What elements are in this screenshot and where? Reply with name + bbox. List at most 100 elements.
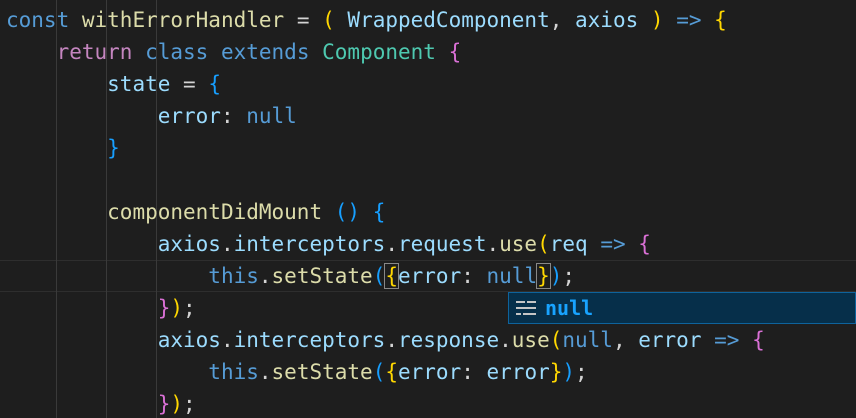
code-token: } xyxy=(536,263,551,289)
code-token: request xyxy=(397,232,487,256)
code-token: ( xyxy=(322,8,335,32)
code-line[interactable]: state = { xyxy=(6,68,221,100)
code-token: : xyxy=(220,104,247,128)
code-token: axios xyxy=(575,8,639,32)
code-token: state xyxy=(107,72,171,96)
code-token: error xyxy=(398,360,462,384)
code-token: ) xyxy=(650,8,664,32)
code-token: ; xyxy=(575,360,588,384)
code-token: = xyxy=(170,72,209,96)
code-token: . xyxy=(385,232,398,256)
code-token: () xyxy=(334,200,361,224)
code-editor[interactable]: const withErrorHandler = ( WrappedCompon… xyxy=(0,0,856,418)
code-token: this xyxy=(208,264,259,288)
code-line[interactable]: }); xyxy=(6,388,196,418)
code-token: setState xyxy=(271,360,373,384)
code-token: . xyxy=(258,264,272,288)
code-line[interactable]: this.setState({error: null}); xyxy=(6,260,575,292)
code-line[interactable]: return class extends Component { xyxy=(6,36,462,68)
code-token: use xyxy=(499,232,538,256)
code-token: componentDidMount xyxy=(107,200,323,224)
code-token: this xyxy=(208,360,259,384)
code-token: { xyxy=(208,72,221,96)
code-token: axios xyxy=(157,232,221,256)
code-token: . xyxy=(385,328,398,352)
suggest-widget[interactable]: null xyxy=(508,292,856,324)
code-token: return xyxy=(56,40,133,64)
code-token: . xyxy=(220,232,234,256)
code-token: const xyxy=(6,8,70,32)
code-token: WrappedComponent xyxy=(347,8,550,32)
code-token: extends xyxy=(220,40,310,64)
code-token: error xyxy=(638,328,702,352)
code-token: , xyxy=(612,328,639,352)
code-token: ( xyxy=(372,264,386,288)
code-line[interactable]: this.setState({error: error}); xyxy=(6,356,588,388)
code-token: ( xyxy=(372,360,386,384)
code-token: . xyxy=(220,328,234,352)
code-token: , xyxy=(549,8,576,32)
code-token: { xyxy=(714,8,727,32)
code-token: = xyxy=(284,8,323,32)
code-token: error xyxy=(486,360,550,384)
code-token: null xyxy=(562,328,613,352)
code-token: . xyxy=(499,328,512,352)
code-line[interactable]: axios.interceptors.response.use(null, er… xyxy=(6,324,765,356)
code-token: { xyxy=(385,360,398,384)
code-token: { xyxy=(752,328,765,352)
code-line[interactable]: error: null xyxy=(6,100,297,132)
code-token: error xyxy=(398,264,462,288)
code-token: { xyxy=(384,263,399,289)
code-token: Component xyxy=(322,40,436,64)
code-token: { xyxy=(372,200,386,224)
code-token: } xyxy=(157,296,171,320)
code-token: : xyxy=(461,264,487,288)
code-token: } xyxy=(549,360,563,384)
code-token: ; xyxy=(183,392,196,416)
code-token: . xyxy=(258,360,272,384)
code-line[interactable]: const withErrorHandler = ( WrappedCompon… xyxy=(6,4,727,36)
code-token: class xyxy=(145,40,209,64)
code-line[interactable]: }); xyxy=(6,292,196,324)
code-token: ) xyxy=(549,264,563,288)
code-token: { xyxy=(638,232,651,256)
code-token: => xyxy=(600,232,626,256)
code-line[interactable]: axios.interceptors.request.use(req => { xyxy=(6,228,651,260)
code-token: error xyxy=(157,104,221,128)
code-token: ; xyxy=(183,296,196,320)
code-line[interactable]: } xyxy=(6,132,120,164)
suggest-item-null[interactable]: null xyxy=(508,292,856,324)
code-token: ) xyxy=(562,360,576,384)
code-token: ) xyxy=(170,296,184,320)
code-token: => xyxy=(676,8,702,32)
code-token: { xyxy=(448,40,462,64)
keyword-icon xyxy=(514,298,538,318)
code-line[interactable]: componentDidMount () { xyxy=(6,196,385,228)
code-token: setState xyxy=(271,264,373,288)
code-token: ) xyxy=(170,392,184,416)
code-token: axios xyxy=(157,328,221,352)
code-token: withErrorHandler xyxy=(81,8,285,32)
code-token: ; xyxy=(562,264,576,288)
code-token: interceptors xyxy=(233,232,386,256)
